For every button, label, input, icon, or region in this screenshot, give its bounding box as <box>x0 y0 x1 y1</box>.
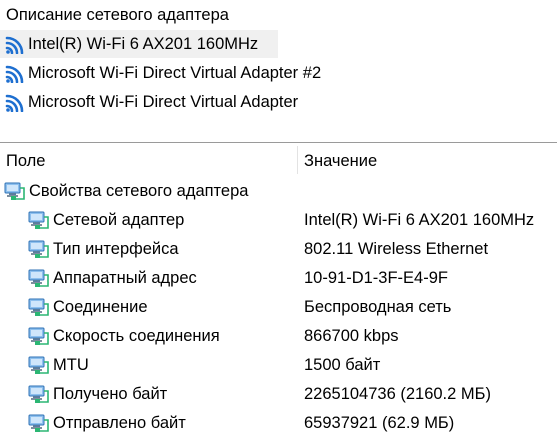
property-value: 1500 байт <box>304 356 381 374</box>
property-value: Беспроводная сеть <box>304 298 452 316</box>
property-group-network-adapter[interactable]: Свойства сетевого адаптера <box>0 177 557 206</box>
property-value: Intel(R) Wi-Fi 6 AX201 160MHz <box>304 211 535 229</box>
network-adapter-icon <box>28 298 49 317</box>
group-label: Свойства сетевого адаптера <box>29 182 249 200</box>
column-header-value[interactable]: Значение <box>304 150 377 172</box>
adapter-item-wifi-direct-2[interactable]: Microsoft Wi-Fi Direct Virtual Adapter #… <box>0 59 400 87</box>
property-value: 802.11 Wireless Ethernet <box>304 240 489 258</box>
property-value: 10-91-D1-3F-E4-9F <box>304 269 448 287</box>
network-adapter-icon <box>28 211 49 230</box>
property-name: Отправлено байт <box>53 414 186 432</box>
adapter-item-wifi-direct[interactable]: Microsoft Wi-Fi Direct Virtual Adapter <box>0 88 400 116</box>
column-header-field[interactable]: Поле <box>6 150 45 172</box>
adapter-label: Microsoft Wi-Fi Direct Virtual Adapter <box>28 92 299 111</box>
property-row[interactable]: Скорость соединения 866700 kbps <box>0 322 557 351</box>
property-value: 65937921 (62.9 МБ) <box>304 414 455 432</box>
property-name: Тип интерфейса <box>53 240 179 258</box>
property-row[interactable]: Получено байт 2265104736 (2160.2 МБ) <box>0 380 557 409</box>
adapter-label: Intel(R) Wi-Fi 6 AX201 160MHz <box>28 34 259 53</box>
network-adapter-icon <box>28 385 49 404</box>
column-separator[interactable] <box>297 146 298 174</box>
property-name: Аппаратный адрес <box>53 269 197 287</box>
property-value: 866700 kbps <box>304 327 399 345</box>
wifi-icon <box>5 92 25 112</box>
property-row[interactable]: MTU 1500 байт <box>0 351 557 380</box>
property-row[interactable]: Тип интерфейса 802.11 Wireless Ethernet <box>0 235 557 264</box>
panel-divider[interactable] <box>0 142 557 143</box>
adapter-item-intel[interactable]: Intel(R) Wi-Fi 6 AX201 160MHz <box>0 30 278 58</box>
property-name: Получено байт <box>53 385 168 403</box>
property-row[interactable]: Сетевой адаптер Intel(R) Wi-Fi 6 AX201 1… <box>0 206 557 235</box>
network-adapter-icon <box>4 182 25 201</box>
network-adapter-icon <box>28 356 49 375</box>
property-row[interactable]: Аппаратный адрес 10-91-D1-3F-E4-9F <box>0 264 557 293</box>
property-name: Сетевой адаптер <box>53 211 185 229</box>
adapter-label: Microsoft Wi-Fi Direct Virtual Adapter #… <box>28 63 322 82</box>
property-name: Соединение <box>53 298 148 316</box>
property-value: 2265104736 (2160.2 МБ) <box>304 385 491 403</box>
property-name: Скорость соединения <box>53 327 220 345</box>
wifi-icon <box>5 34 25 54</box>
property-row[interactable]: Отправлено байт 65937921 (62.9 МБ) <box>0 409 557 438</box>
network-adapter-icon <box>28 327 49 346</box>
adapters-header: Описание сетевого адаптера <box>6 6 229 24</box>
network-adapter-icon <box>28 414 49 433</box>
property-row[interactable]: Соединение Беспроводная сеть <box>0 293 557 322</box>
wifi-icon <box>5 63 25 83</box>
property-name: MTU <box>53 356 89 374</box>
network-adapter-icon <box>28 269 49 288</box>
network-adapter-icon <box>28 240 49 259</box>
